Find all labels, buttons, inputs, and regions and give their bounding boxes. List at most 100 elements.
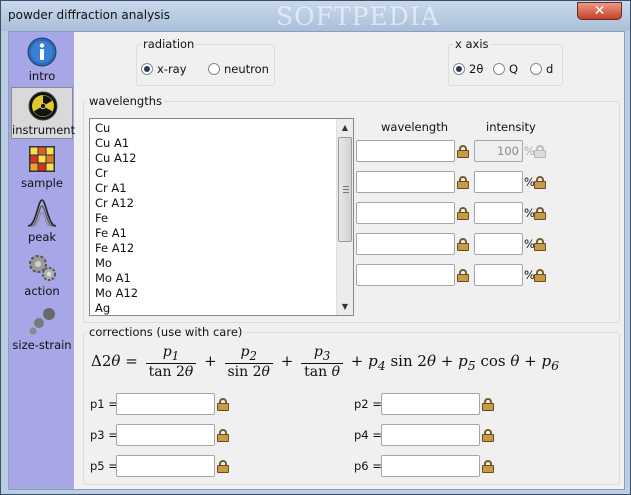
lock-icon xyxy=(534,145,546,158)
p2-label: p2 = xyxy=(354,397,382,411)
radio-neutron[interactable]: neutron xyxy=(208,62,269,78)
p2-field[interactable] xyxy=(381,393,480,415)
sidebar-item-label: action xyxy=(24,284,60,298)
radio-q[interactable]: Q xyxy=(493,62,518,78)
lock-icon[interactable] xyxy=(482,460,494,473)
intensity-field-2[interactable] xyxy=(474,171,523,193)
lock-icon[interactable] xyxy=(457,176,469,189)
radio-label: neutron xyxy=(224,62,269,76)
sidebar-item-label: peak xyxy=(27,230,57,244)
scroll-thumb[interactable] xyxy=(338,137,352,242)
gears-icon xyxy=(29,255,56,281)
title-bar[interactable]: powder diffraction analysis SOFTPEDIA ✕ xyxy=(1,1,630,31)
wavelength-field-5[interactable] xyxy=(356,264,455,286)
list-item[interactable]: Mo xyxy=(95,256,112,271)
p6-label: p6 = xyxy=(354,459,382,473)
peak-curve-icon xyxy=(27,199,57,227)
sidebar-item-intro[interactable]: intro xyxy=(11,34,73,86)
radio-label: d xyxy=(546,62,554,76)
wavelength-field-2[interactable] xyxy=(356,171,455,193)
radio-label: 2θ xyxy=(469,62,484,76)
radio-d[interactable]: d xyxy=(530,62,553,78)
lock-icon[interactable] xyxy=(534,176,546,189)
scroll-down-button[interactable]: ▼ xyxy=(337,298,353,315)
lock-icon[interactable] xyxy=(457,207,469,220)
radio-xray[interactable]: x-ray xyxy=(141,62,187,78)
x-axis-label: x axis xyxy=(453,37,491,51)
grip-icon xyxy=(343,186,349,187)
list-item[interactable]: Ag xyxy=(95,301,110,315)
corrections-label: corrections (use with care) xyxy=(87,325,245,339)
lock-icon[interactable] xyxy=(217,429,229,442)
radio-circle xyxy=(530,63,542,75)
list-item[interactable]: Fe A1 xyxy=(95,226,127,241)
intensity-column-header: intensity xyxy=(486,120,536,134)
p6-field[interactable] xyxy=(381,455,480,477)
radio-circle xyxy=(453,63,465,75)
p5-field[interactable] xyxy=(116,455,215,477)
lock-icon[interactable] xyxy=(457,238,469,251)
list-item[interactable]: Fe xyxy=(95,211,108,226)
lock-icon[interactable] xyxy=(534,207,546,220)
watermark: SOFTPEDIA xyxy=(276,2,440,31)
p1-label: p1 = xyxy=(90,397,118,411)
sidebar-item-size-strain[interactable]: size-strain xyxy=(11,303,73,355)
lock-icon[interactable] xyxy=(482,429,494,442)
lock-icon[interactable] xyxy=(457,145,469,158)
list-item[interactable]: Cr A12 xyxy=(95,196,134,211)
lock-icon[interactable] xyxy=(217,460,229,473)
p5-label: p5 = xyxy=(90,459,118,473)
lock-icon[interactable] xyxy=(217,398,229,411)
sidebar-item-sample[interactable]: sample xyxy=(11,141,73,193)
list-item[interactable]: Cu xyxy=(95,121,110,136)
wavelength-field-4[interactable] xyxy=(356,233,455,255)
list-item[interactable]: Cu A1 xyxy=(95,136,129,151)
radio-label: x-ray xyxy=(157,62,187,76)
intensity-field-5[interactable] xyxy=(474,264,523,286)
wavelengths-label: wavelengths xyxy=(87,94,164,108)
intensity-field-3[interactable] xyxy=(474,202,523,224)
wavelength-column-header: wavelength xyxy=(381,120,448,134)
radio-circle xyxy=(208,63,220,75)
list-item[interactable]: Cu A12 xyxy=(95,151,136,166)
radiation-icon xyxy=(28,91,58,121)
intensity-field-1: 100 xyxy=(474,140,523,162)
window-title: powder diffraction analysis xyxy=(8,8,171,22)
lock-icon[interactable] xyxy=(457,269,469,282)
sidebar-item-instrument[interactable]: instrument xyxy=(11,87,76,139)
list-scrollbar[interactable]: ▲ ▼ xyxy=(336,119,353,315)
sidebar: intro instrument sample peak action size… xyxy=(9,32,76,489)
close-button[interactable]: ✕ xyxy=(577,2,622,20)
list-item[interactable]: Cr A1 xyxy=(95,181,127,196)
list-item[interactable]: Cr xyxy=(95,166,108,181)
list-item[interactable]: Fe A12 xyxy=(95,241,134,256)
sidebar-item-peak[interactable]: peak xyxy=(11,195,73,247)
list-item[interactable]: Mo A1 xyxy=(95,271,131,286)
sidebar-item-label: instrument xyxy=(12,123,76,137)
lock-icon[interactable] xyxy=(534,238,546,251)
lock-icon[interactable] xyxy=(482,398,494,411)
wavelength-field-3[interactable] xyxy=(356,202,455,224)
sidebar-item-label: size-strain xyxy=(12,338,72,352)
app-window: powder diffraction analysis SOFTPEDIA ✕ … xyxy=(0,0,631,495)
list-item[interactable]: Mo A12 xyxy=(95,286,138,301)
sidebar-item-action[interactable]: action xyxy=(11,249,73,301)
info-icon xyxy=(27,37,57,67)
intensity-field-4[interactable] xyxy=(474,233,523,255)
p3-label: p3 = xyxy=(90,428,118,442)
sidebar-item-label: intro xyxy=(28,69,56,83)
p4-field[interactable] xyxy=(381,424,480,446)
wavelength-list[interactable]: Cu Cu A1 Cu A12 Cr Cr A1 Cr A12 Fe Fe A1… xyxy=(89,118,354,316)
scroll-up-button[interactable]: ▲ xyxy=(337,119,353,136)
dots-icon xyxy=(29,308,55,335)
radio-circle xyxy=(141,63,153,75)
color-grid-icon xyxy=(29,146,55,172)
client-area: intro instrument sample peak action size… xyxy=(8,31,625,490)
sidebar-item-label: sample xyxy=(21,176,63,190)
p1-field[interactable] xyxy=(116,393,215,415)
radio-2theta[interactable]: 2θ xyxy=(453,62,483,78)
p3-field[interactable] xyxy=(116,424,215,446)
radiation-label: radiation xyxy=(141,37,197,51)
wavelength-field-1[interactable] xyxy=(356,140,455,162)
lock-icon[interactable] xyxy=(534,269,546,282)
